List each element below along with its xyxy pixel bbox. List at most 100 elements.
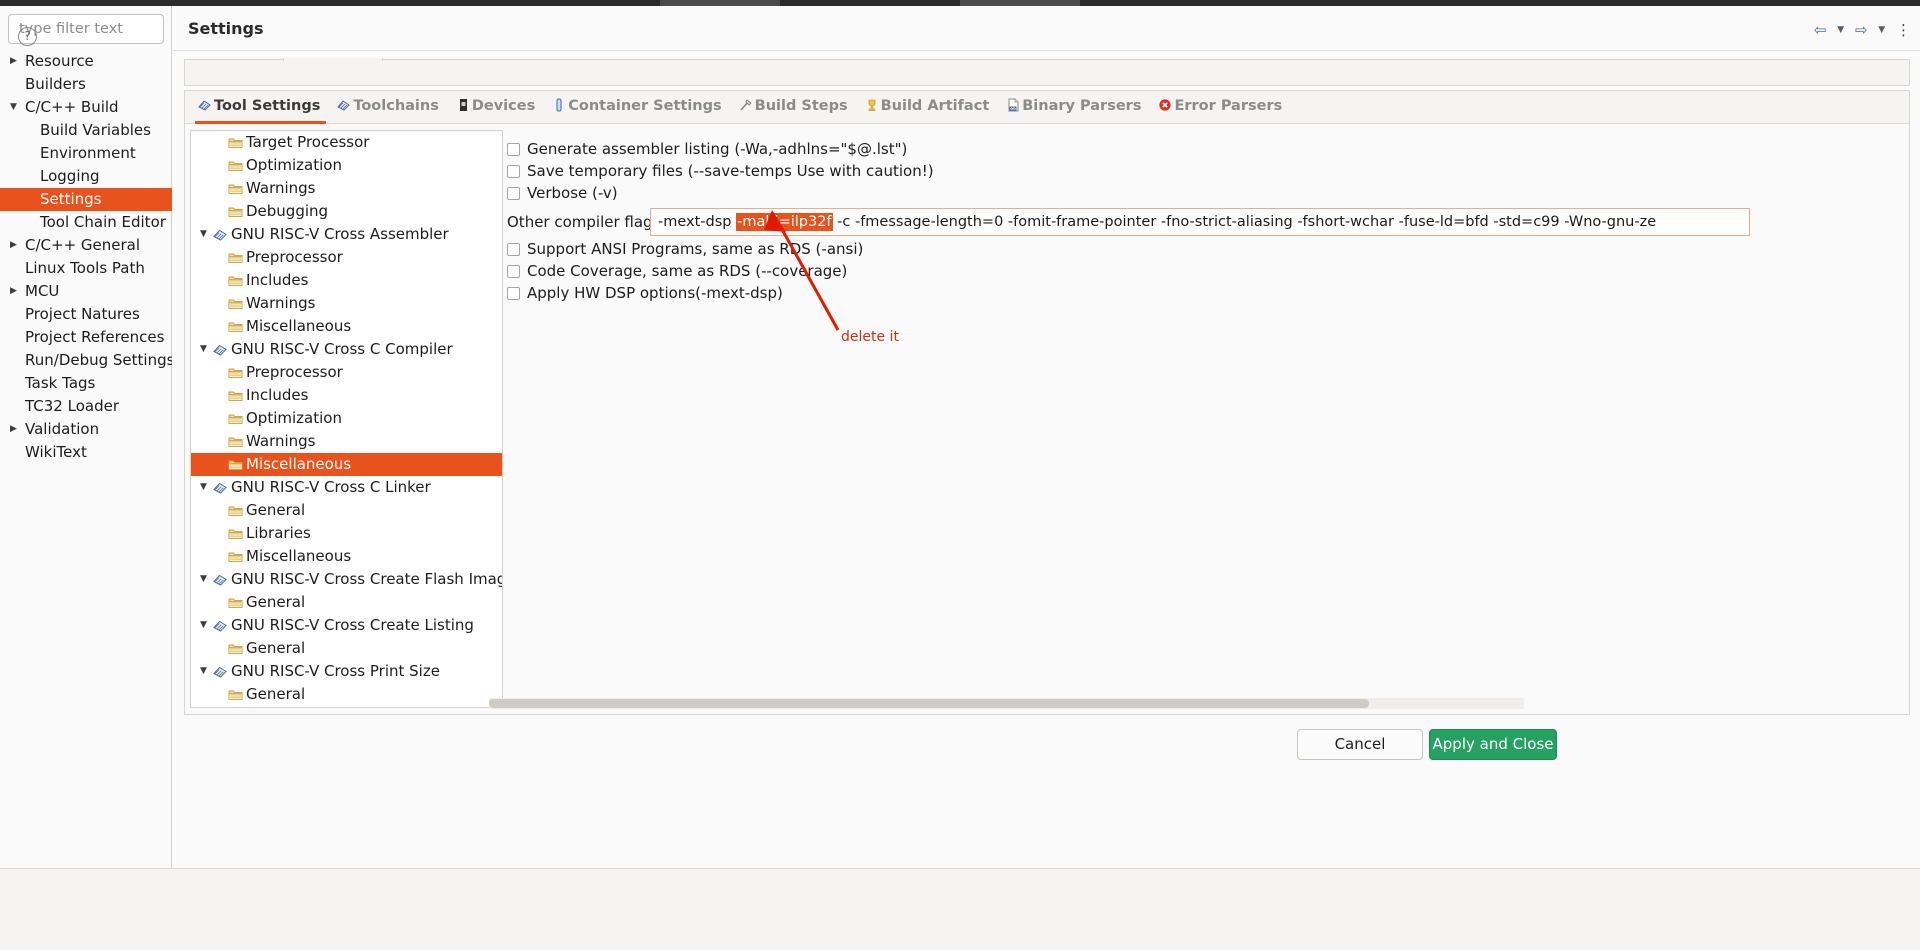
checkbox-row-verbose[interactable]: Verbose (-v) (507, 182, 1909, 204)
chevron-down-icon[interactable]: ▼ (200, 614, 212, 637)
tool-tree-item-includes[interactable]: Includes (191, 269, 502, 292)
chevron-right-icon[interactable]: ▶ (10, 50, 22, 73)
sidebar-item-mcu[interactable]: ▶ MCU (0, 280, 172, 303)
sidebar-item-linux-tools-path[interactable]: Linux Tools Path (0, 257, 172, 280)
cancel-button[interactable]: Cancel (1297, 729, 1423, 760)
tool-tree-item-warnings[interactable]: Warnings (191, 430, 502, 453)
tool-tree-item-label: Warnings (246, 179, 316, 197)
tool-tree-item-libraries[interactable]: Libraries (191, 522, 502, 545)
tool-tree-item-general[interactable]: General (191, 683, 502, 706)
chevron-down-icon[interactable]: ▼ (200, 338, 212, 361)
other-compiler-flags-input[interactable]: -mext-dsp -mabi=ilp32f -c -fmessage-leng… (650, 208, 1750, 236)
tool-tree-item-gnu-risc-v-cross-assembler[interactable]: ▼ GNU RISC-V Cross Assembler (191, 223, 502, 246)
tool-tree-item-gnu-risc-v-cross-create-flash-image[interactable]: ▼ GNU RISC-V Cross Create Flash Image (191, 568, 502, 591)
chevron-right-icon[interactable]: ▶ (10, 418, 22, 441)
apply-and-close-button[interactable]: Apply and Close (1429, 729, 1557, 760)
tool-tree-item-preprocessor[interactable]: Preprocessor (191, 246, 502, 269)
sidebar-item-project-natures[interactable]: Project Natures (0, 303, 172, 326)
checkbox-row-generate-assembler-listing[interactable]: Generate assembler listing (-Wa,-adhlns=… (507, 138, 1909, 160)
checkbox-apply-hw-dsp-options[interactable] (507, 287, 520, 300)
tool-tree-item-label: Debugging (246, 202, 329, 220)
sidebar-item-tool-chain-editor[interactable]: Tool Chain Editor (0, 211, 172, 234)
tool-tree-item-gnu-risc-v-cross-print-size[interactable]: ▼ GNU RISC-V Cross Print Size (191, 660, 502, 683)
folder-icon (228, 409, 243, 424)
chevron-right-icon[interactable]: ▶ (10, 234, 22, 257)
tool-tree-item-general[interactable]: General (191, 499, 502, 522)
tool-tree-item-miscellaneous[interactable]: Miscellaneous (191, 453, 502, 476)
forward-chevron-down-icon[interactable]: ▼ (1878, 25, 1885, 35)
tab-container-settings[interactable]: Container Settings (545, 91, 731, 124)
sidebar-item-c-c-general[interactable]: ▶ C/C++ General (0, 234, 172, 257)
build-steps-icon (739, 98, 753, 112)
sidebar-item-run-debug-settings[interactable]: Run/Debug Settings (0, 349, 172, 372)
tool-tree-item-includes[interactable]: Includes (191, 384, 502, 407)
tool-tree-item-optimization[interactable]: Optimization (191, 154, 502, 177)
tool-tree-item-general[interactable]: General (191, 637, 502, 660)
chevron-down-icon[interactable]: ▼ (200, 476, 212, 499)
tab-binary-parsers[interactable]: 010 Binary Parsers (999, 91, 1151, 124)
forward-arrow-icon[interactable]: ⇨ (1855, 21, 1868, 39)
checkbox-row-code-coverage[interactable]: Code Coverage, same as RDS (--coverage) (507, 260, 1909, 282)
tool-tree-item-warnings[interactable]: Warnings (191, 292, 502, 315)
sidebar-item-logging[interactable]: Logging (0, 165, 172, 188)
chevron-down-icon[interactable]: ▼ (200, 660, 212, 683)
tool-tree-item-label: Miscellaneous (246, 455, 352, 473)
scrollbar-thumb[interactable] (489, 699, 1369, 708)
tool-settings-panel: Tool Settings Toolchains Devices Container … (184, 90, 1910, 715)
tool-tree-item-warnings[interactable]: Warnings (191, 177, 502, 200)
checkbox-save-temporary-files[interactable] (507, 165, 520, 178)
tool-tree-item-label: GNU RISC-V Cross Create Flash Image (231, 570, 502, 588)
sidebar-item-environment[interactable]: Environment (0, 142, 172, 165)
chevron-down-icon[interactable]: ▼ (200, 568, 212, 591)
tool-tree-item-optimization[interactable]: Optimization (191, 407, 502, 430)
sidebar-item-validation[interactable]: ▶ Validation (0, 418, 172, 441)
sidebar-item-label: Build Variables (40, 121, 151, 139)
help-icon[interactable]: ? (18, 27, 37, 46)
sidebar-item-resource[interactable]: ▶ Resource (0, 50, 172, 73)
sidebar-item-builders[interactable]: Builders (0, 73, 172, 96)
tab-build-steps[interactable]: Build Steps (732, 91, 858, 124)
sidebar-item-c-c-build[interactable]: ▼ C/C++ Build (0, 96, 172, 119)
tool-tree-item-preprocessor[interactable]: Preprocessor (191, 361, 502, 384)
sidebar-item-label: Task Tags (25, 374, 96, 392)
tool-tree-item-label: General (246, 501, 306, 519)
tool-tree-item-general[interactable]: General (191, 591, 502, 614)
sidebar-item-build-variables[interactable]: Build Variables (0, 119, 172, 142)
tool-tree-item-label: Miscellaneous (246, 547, 352, 565)
sidebar-item-tc32-loader[interactable]: TC32 Loader (0, 395, 172, 418)
tool-tree-item-gnu-risc-v-cross-create-listing[interactable]: ▼ GNU RISC-V Cross Create Listing (191, 614, 502, 637)
sidebar-item-settings[interactable]: Settings (0, 188, 172, 211)
vertical-dots-icon[interactable]: ⋮ (1896, 21, 1911, 39)
sidebar-item-project-references[interactable]: Project References (0, 326, 172, 349)
checkbox-code-coverage[interactable] (507, 265, 520, 278)
tool-tree-item-miscellaneous[interactable]: Miscellaneous (191, 315, 502, 338)
chevron-right-icon[interactable]: ▶ (10, 280, 22, 303)
chevron-down-icon[interactable]: ▼ (200, 223, 212, 246)
horizontal-scrollbar[interactable] (489, 698, 1524, 709)
tool-tree-item-target-processor[interactable]: Target Processor (191, 131, 502, 154)
sidebar-tree: ▶ Resource Builders ▼ C/C++ Build Build Varia… (0, 50, 172, 464)
tool-tree-item-debugging[interactable]: Debugging (191, 200, 502, 223)
checkbox-row-support-ansi-programs[interactable]: Support ANSI Programs, same as RDS (-ans… (507, 238, 1909, 260)
tab-tool-settings[interactable]: Tool Settings (191, 91, 330, 124)
tab-devices[interactable]: Devices (449, 91, 545, 124)
sidebar-item-task-tags[interactable]: Task Tags (0, 372, 172, 395)
checkbox-generate-assembler-listing[interactable] (507, 143, 520, 156)
checkbox-verbose[interactable] (507, 187, 520, 200)
tool-tree-item-miscellaneous[interactable]: Miscellaneous (191, 545, 502, 568)
tool-tree-item-label: Warnings (246, 294, 316, 312)
chevron-down-icon[interactable]: ▼ (10, 96, 22, 119)
tool-tree-item-gnu-risc-v-cross-c-compiler[interactable]: ▼ GNU RISC-V Cross C Compiler (191, 338, 502, 361)
checkbox-row-apply-hw-dsp-options[interactable]: Apply HW DSP options(-mext-dsp) (507, 282, 1909, 304)
back-chevron-down-icon[interactable]: ▼ (1837, 25, 1844, 35)
sidebar-item-wikitext[interactable]: WikiText (0, 441, 172, 464)
sidebar-item-label: Resource (25, 52, 94, 70)
tab-error-parsers[interactable]: Error Parsers (1151, 91, 1292, 124)
tool-tree-item-gnu-risc-v-cross-c-linker[interactable]: ▼ GNU RISC-V Cross C Linker (191, 476, 502, 499)
tool-tree-item-label: General (246, 639, 306, 657)
back-arrow-icon[interactable]: ⇦ (1814, 21, 1827, 39)
tab-toolchains[interactable]: Toolchains (330, 91, 449, 124)
checkbox-support-ansi-programs[interactable] (507, 243, 520, 256)
checkbox-row-save-temporary-files[interactable]: Save temporary files (--save-temps Use w… (507, 160, 1909, 182)
tab-build-artifact[interactable]: Build Artifact (858, 91, 1000, 124)
